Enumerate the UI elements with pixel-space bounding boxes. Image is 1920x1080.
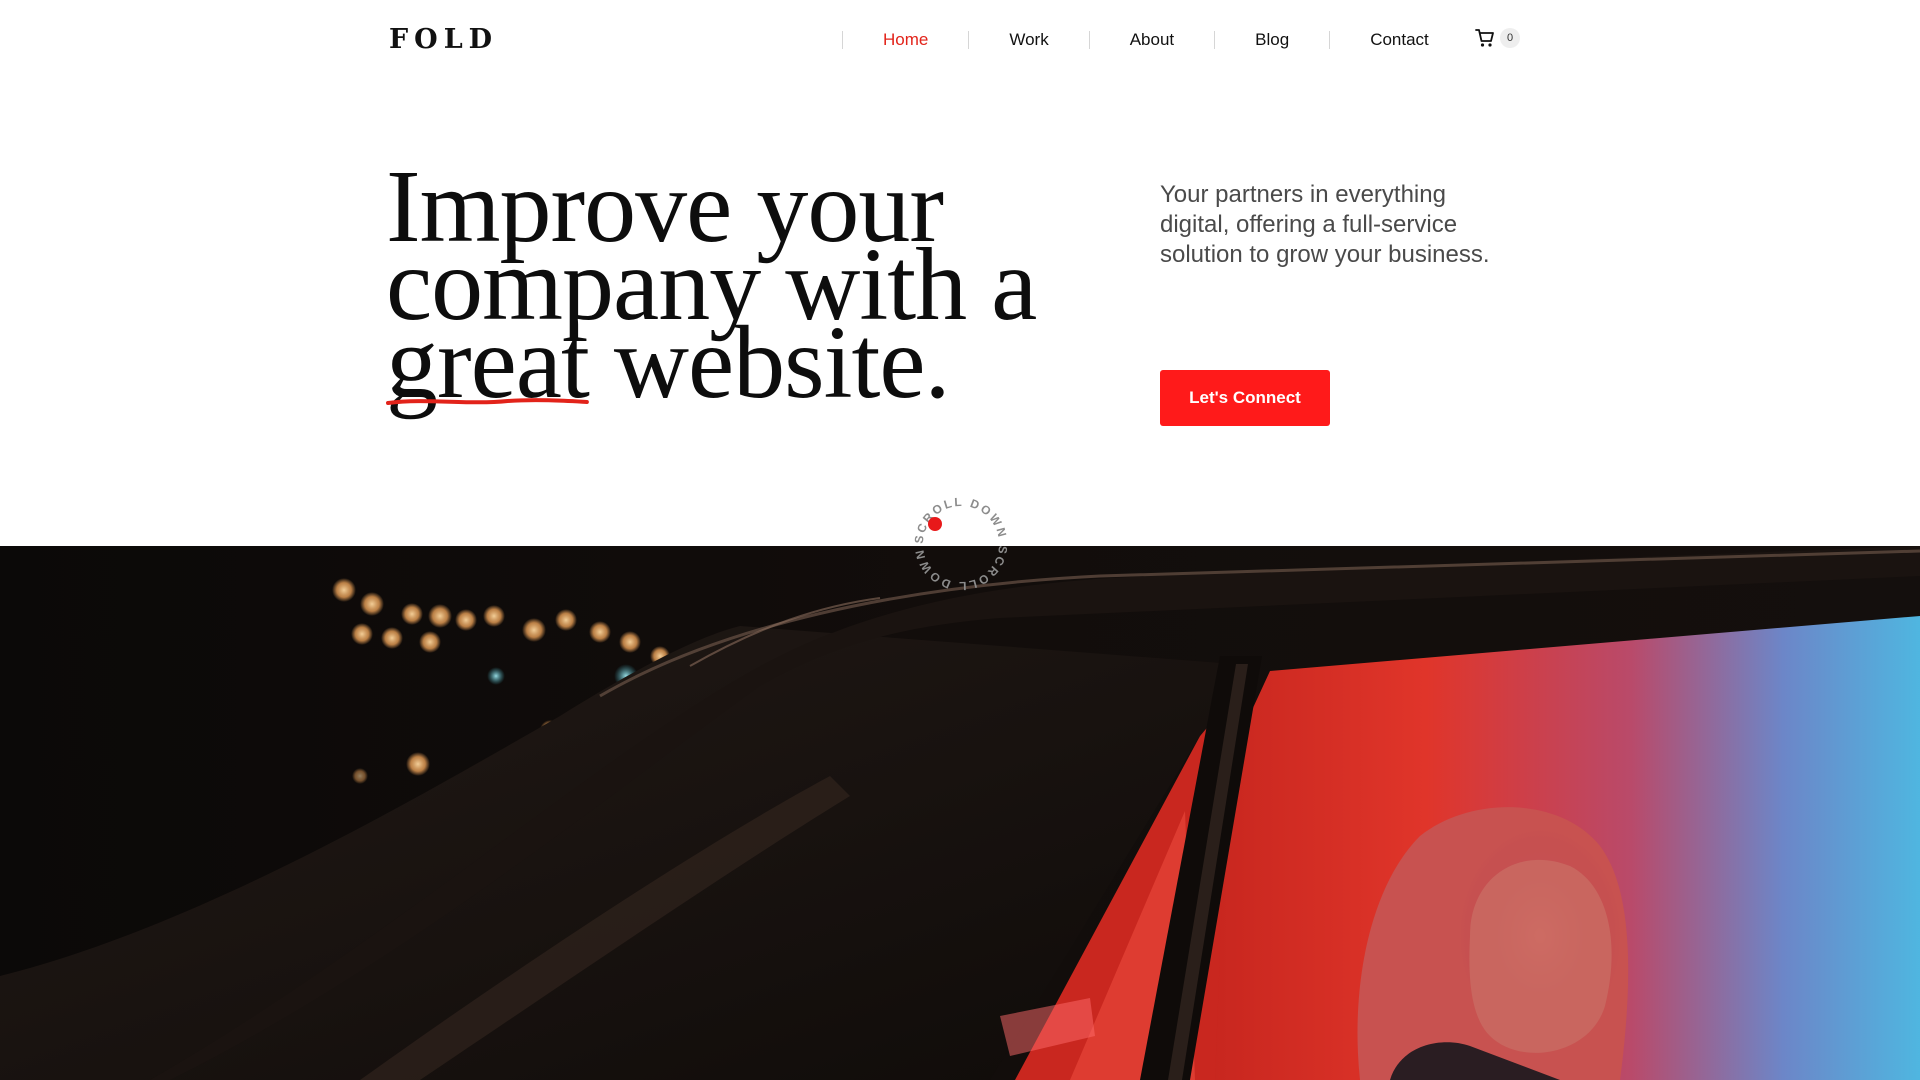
hero-photo xyxy=(0,546,1920,1080)
scroll-down-ring: SCROLL DOWN SCROLL DOWN xyxy=(912,495,1010,593)
nav-item-work[interactable]: Work xyxy=(969,26,1088,54)
scroll-indicator-dot xyxy=(928,517,942,531)
cart-icon xyxy=(1475,28,1495,48)
scroll-down-text: SCROLL DOWN SCROLL DOWN xyxy=(912,495,1010,593)
cart-button[interactable]: 0 xyxy=(1475,28,1520,48)
main-nav: Home Work About Blog Contact xyxy=(842,26,1469,54)
nav-item-home[interactable]: Home xyxy=(843,26,968,54)
hero-title-line-3: great website. xyxy=(386,311,1036,415)
brush-underline xyxy=(386,398,589,405)
nav-item-blog[interactable]: Blog xyxy=(1215,26,1329,54)
hero-title: Improve your company with a great websit… xyxy=(386,155,1037,415)
site-logo[interactable]: FOLD xyxy=(389,22,498,58)
cart-count-badge: 0 xyxy=(1500,28,1520,48)
site-header: FOLD Home Work About Blog Contact 0 xyxy=(0,0,1920,80)
hero-title-line-3-rest: website. xyxy=(588,305,951,420)
nav-item-about[interactable]: About xyxy=(1090,26,1214,54)
scroll-down-badge[interactable]: SCROLL DOWN SCROLL DOWN xyxy=(911,494,1011,594)
highlighted-word: great xyxy=(386,311,590,415)
nav-item-contact[interactable]: Contact xyxy=(1330,26,1469,54)
lets-connect-button[interactable]: Let's Connect xyxy=(1160,370,1330,426)
hero-description: Your partners in everything digital, off… xyxy=(1160,181,1490,268)
